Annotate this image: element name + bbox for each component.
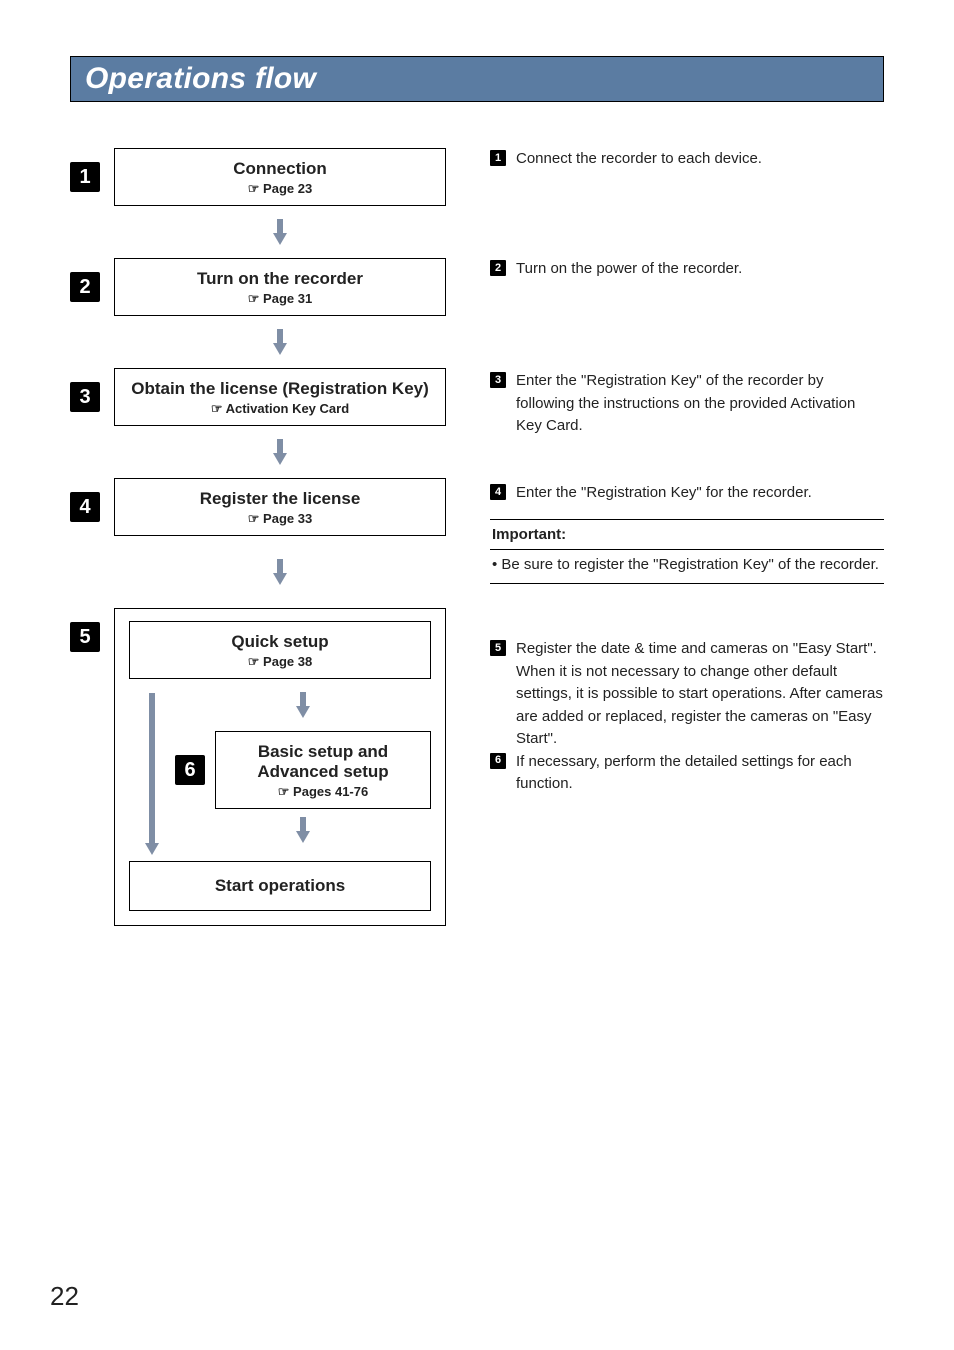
descriptions-column: 1 Connect the recorder to each device. 2… — [490, 148, 884, 926]
step-badge-5: 5 — [70, 622, 100, 652]
flow-box-start: Start operations — [129, 861, 431, 911]
step-badge-3: 3 — [70, 382, 100, 412]
step-badge-4: 4 — [70, 492, 100, 522]
desc-text: Turn on the power of the recorder. — [516, 258, 884, 281]
flow-box-license-register: Register the license ☞ Page 33 — [114, 478, 446, 536]
flow-step-2: 2 Turn on the recorder ☞ Page 31 — [70, 258, 446, 316]
content-columns: 1 Connection ☞ Page 23 2 Turn on the rec… — [70, 148, 884, 926]
manual-page: Operations flow 1 Connection ☞ Page 23 2… — [0, 0, 954, 1350]
flow-box-connection: Connection ☞ Page 23 — [114, 148, 446, 206]
section-header: Operations flow — [70, 56, 884, 102]
flow-box-license-obtain: Obtain the license (Registration Key) ☞ … — [114, 368, 446, 426]
flow-chart: 1 Connection ☞ Page 23 2 Turn on the rec… — [70, 148, 446, 926]
flow-ref: ☞ Page 23 — [123, 181, 437, 197]
arrow-down-icon — [296, 817, 310, 843]
desc-badge-3: 3 — [490, 372, 506, 388]
flow-ref: ☞ Page 38 — [138, 654, 422, 670]
flow-ref: ☞ Page 31 — [123, 291, 437, 307]
arrow-down-icon — [296, 692, 310, 718]
desc-item-1: 1 Connect the recorder to each device. — [490, 148, 884, 171]
flow-title: Advanced setup — [224, 762, 422, 782]
important-bullet: Be sure to register the "Registration Ke… — [492, 554, 882, 577]
desc-item-4: 4 Enter the "Registration Key" for the r… — [490, 482, 884, 505]
arrow-down-icon — [273, 439, 287, 465]
desc-text: Connect the recorder to each device. — [516, 148, 884, 171]
desc-item-2: 2 Turn on the power of the recorder. — [490, 258, 884, 281]
flow-title: Quick setup — [138, 632, 422, 652]
flow-box-basic-advanced: Basic setup and Advanced setup ☞ Pages 4… — [215, 731, 431, 809]
flow-ref: ☞ Page 33 — [123, 511, 437, 527]
desc-item-3: 3 Enter the "Registration Key" of the re… — [490, 370, 884, 438]
flow-title: Turn on the recorder — [123, 269, 437, 289]
flow-ref: ☞ Pages 41-76 — [224, 784, 422, 800]
desc-text: Register the date & time and cameras on … — [516, 638, 884, 751]
step-badge-6: 6 — [175, 755, 205, 785]
arrow-down-icon — [273, 559, 287, 585]
flow-box-quick-setup: Quick setup ☞ Page 38 — [129, 621, 431, 679]
arrow-down-icon — [273, 329, 287, 355]
flow-title: Start operations — [215, 876, 345, 895]
desc-badge-4: 4 — [490, 484, 506, 500]
flow-title: Basic setup and — [224, 742, 422, 762]
flow-step-4: 4 Register the license ☞ Page 33 — [70, 478, 446, 536]
important-title: Important: — [490, 519, 884, 551]
page-number: 22 — [50, 1281, 79, 1312]
flow-title: Connection — [123, 159, 437, 179]
flow-step-1: 1 Connection ☞ Page 23 — [70, 148, 446, 206]
desc-item-5: 5 Register the date & time and cameras o… — [490, 638, 884, 751]
desc-badge-5: 5 — [490, 640, 506, 656]
flow-title: Obtain the license (Registration Key) — [123, 379, 437, 399]
flow-group-lower: Quick setup ☞ Page 38 — [114, 608, 446, 926]
desc-item-6: 6 If necessary, perform the detailed set… — [490, 751, 884, 796]
bypass-arrow-icon — [145, 693, 159, 855]
section-title: Operations flow — [85, 62, 316, 96]
flow-title: Register the license — [123, 489, 437, 509]
flow-step-3: 3 Obtain the license (Registration Key) … — [70, 368, 446, 426]
desc-text: Enter the "Registration Key" for the rec… — [516, 482, 884, 505]
arrow-down-icon — [273, 219, 287, 245]
desc-badge-6: 6 — [490, 753, 506, 769]
desc-badge-2: 2 — [490, 260, 506, 276]
step-badge-1: 1 — [70, 162, 100, 192]
desc-text: Enter the "Registration Key" of the reco… — [516, 370, 884, 438]
flow-box-power: Turn on the recorder ☞ Page 31 — [114, 258, 446, 316]
desc-text: If necessary, perform the detailed setti… — [516, 751, 884, 796]
step-badge-2: 2 — [70, 272, 100, 302]
flow-ref: ☞ Activation Key Card — [123, 401, 437, 417]
desc-badge-1: 1 — [490, 150, 506, 166]
important-note: Important: Be sure to register the "Regi… — [490, 519, 884, 584]
